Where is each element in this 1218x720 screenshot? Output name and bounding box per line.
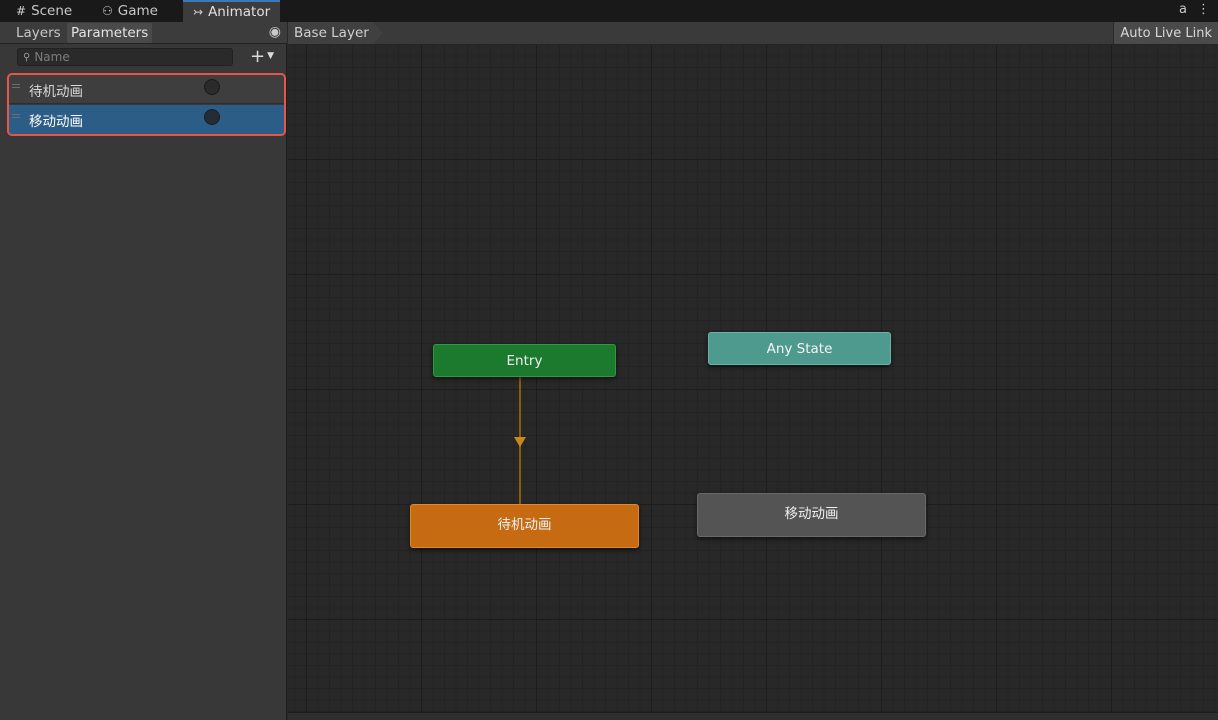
animator-icon: ↣ — [193, 5, 204, 19]
parameter-name[interactable]: 待机动画 — [29, 80, 83, 100]
state-node-idle[interactable]: 待机动画 — [410, 504, 639, 548]
chevron-down-icon: ▼ — [267, 51, 275, 61]
tab-layers[interactable]: Layers — [12, 23, 65, 43]
transition-arrow-icon — [514, 437, 526, 447]
tab-game[interactable]: ⚇ Game — [92, 0, 168, 22]
parameter-name[interactable]: 移动动画 — [29, 110, 83, 130]
drag-handle-icon[interactable] — [12, 114, 20, 118]
state-node-move[interactable]: 移动动画 — [697, 493, 926, 537]
bool-toggle[interactable] — [204, 109, 220, 125]
any-state-node[interactable]: Any State — [708, 332, 891, 365]
parameter-row[interactable]: 移动动画 — [9, 105, 284, 134]
breadcrumb: Base Layer Auto Live Link — [288, 22, 1218, 45]
state-machine-graph[interactable] — [288, 22, 1218, 720]
gamepad-icon: ⚇ — [102, 4, 113, 18]
search-box[interactable]: ⚲ — [17, 48, 233, 66]
add-parameter-button[interactable]: + ▼ — [250, 45, 284, 67]
entry-node[interactable]: Entry — [433, 344, 616, 377]
search-icon: ⚲ — [23, 51, 31, 63]
tab-animator-label: Animator — [208, 4, 271, 20]
grid-icon: # — [16, 4, 27, 18]
horizontal-scrollbar[interactable] — [288, 712, 1218, 720]
tab-animator[interactable]: ↣ Animator — [183, 0, 281, 22]
bool-toggle[interactable] — [204, 79, 220, 95]
parameter-row[interactable]: 待机动画 — [9, 75, 284, 104]
editor-tab-bar: # Scene ⚇ Game ↣ Animator a ⋮ — [0, 0, 1218, 22]
search-input[interactable] — [34, 50, 215, 64]
auto-live-link-button[interactable]: Auto Live Link — [1113, 22, 1218, 44]
more-options-icon[interactable]: ⋮ — [1197, 2, 1210, 17]
tab-game-label: Game — [117, 3, 158, 19]
panel-tabs: Layers Parameters ◉ — [0, 22, 287, 44]
tab-parameters[interactable]: Parameters — [67, 23, 153, 43]
parameters-panel: Layers Parameters ◉ ⚲ + ▼ 待机动画 移动动画 — [0, 22, 287, 720]
plus-icon: + — [250, 45, 266, 67]
lock-icon[interactable]: a — [1179, 2, 1187, 17]
tab-menu: a ⋮ — [1179, 2, 1210, 17]
breadcrumb-base-layer[interactable]: Base Layer — [288, 22, 383, 44]
drag-handle-icon[interactable] — [12, 84, 20, 88]
tab-scene[interactable]: # Scene — [6, 0, 82, 22]
parameter-list: 待机动画 移动动画 — [7, 73, 286, 136]
eye-icon[interactable]: ◉ — [269, 24, 281, 40]
search-row: ⚲ + ▼ — [0, 45, 287, 69]
tab-scene-label: Scene — [31, 3, 73, 19]
